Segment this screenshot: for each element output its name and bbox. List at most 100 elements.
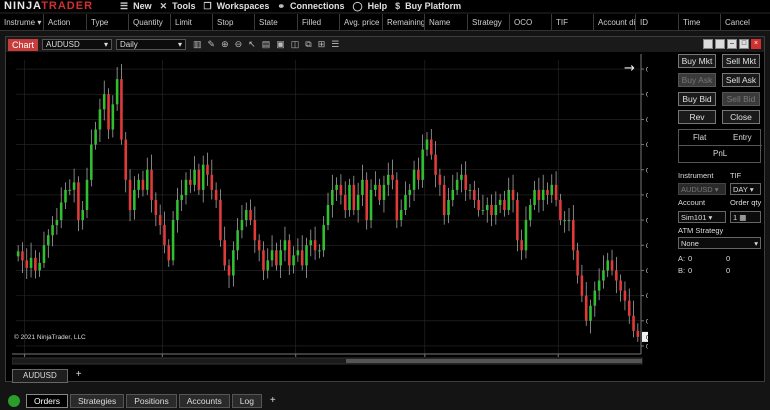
candle-down — [438, 174, 442, 185]
calculator-icon[interactable]: ▦ — [739, 213, 746, 222]
candle-down — [537, 189, 541, 200]
price-chart[interactable]: 0,8000'0 0,7950'0 0,7900'0 0,7850'0 0,7800'0… — [12, 54, 648, 376]
data-box-icon[interactable]: ▤ — [262, 39, 271, 50]
col-account-display[interactable]: Account dis — [594, 14, 636, 30]
col-stop[interactable]: Stop — [213, 14, 255, 30]
order-qty-label: Order qty — [730, 198, 762, 207]
price-tick-label: 0,7950'0 — [646, 92, 648, 99]
chart-tab-strip: AUDUSD + — [12, 369, 82, 383]
tab-strategies[interactable]: Strategies — [69, 393, 125, 408]
tab-log[interactable]: Log — [231, 393, 262, 408]
candle-up — [292, 255, 295, 266]
col-id[interactable]: ID — [636, 14, 679, 30]
col-type[interactable]: Type — [87, 14, 129, 30]
properties-icon[interactable]: ⊞ — [318, 39, 326, 50]
maximize-icon[interactable]: □ — [739, 39, 749, 49]
candle-up — [326, 204, 330, 226]
buy-bid-button[interactable]: Buy Bid — [678, 92, 716, 106]
price-axis[interactable]: 0,8000'0 0,7950'0 0,7900'0 0,7850'0 0,7800'0… — [640, 54, 648, 354]
order-qty-stepper[interactable]: 1 ▦ — [730, 211, 761, 223]
candle-down — [395, 179, 399, 221]
tab-audusd[interactable]: AUDUSD — [12, 369, 68, 383]
account-select[interactable]: Sim101 ▾ — [678, 211, 726, 223]
candle-down — [352, 184, 356, 211]
zoom-in-icon[interactable]: ⊕ — [221, 39, 229, 50]
indicators-icon[interactable]: ◫ — [291, 39, 300, 50]
pointer-icon[interactable]: ↖ — [248, 39, 256, 50]
col-limit[interactable]: Limit — [171, 14, 213, 30]
instrument-selector[interactable]: AUDUSD ▾ — [42, 39, 113, 50]
col-state[interactable]: State — [255, 14, 298, 30]
strategies-icon[interactable]: ⧉ — [305, 39, 311, 50]
chevron-down-icon: ▾ — [178, 40, 183, 49]
menu-buy-platform[interactable]: $ Buy Platform — [395, 1, 461, 11]
scroll-right-arrow-icon[interactable]: → — [624, 61, 635, 76]
menu-connections[interactable]: ⚭ Connections — [277, 1, 344, 12]
candle-up — [447, 199, 450, 216]
col-quantity[interactable]: Quantity — [129, 14, 171, 30]
candle-up — [64, 189, 67, 203]
snapshot-icon[interactable]: ▣ — [276, 39, 285, 50]
chart-trader-icon[interactable]: ☰ — [331, 39, 339, 50]
sell-market-button[interactable]: Sell Mkt — [722, 54, 760, 68]
candle-up — [374, 184, 377, 190]
scrollbar-thumb[interactable] — [346, 359, 642, 363]
menu-new[interactable]: ☰ New — [120, 1, 152, 12]
buy-ask-button[interactable]: Buy Ask — [678, 73, 716, 87]
candle-down — [197, 169, 201, 190]
candle-up — [16, 251, 20, 257]
col-filled[interactable]: Filled — [298, 14, 340, 30]
col-avg-price[interactable]: Avg. price — [340, 14, 383, 30]
col-name[interactable]: Name — [425, 14, 468, 30]
candle-down — [249, 210, 252, 221]
close-position-button[interactable]: Close — [722, 110, 760, 124]
col-action[interactable]: Action — [44, 14, 87, 30]
atm-strategy-select[interactable]: None ▾ — [678, 237, 761, 249]
candle-down — [253, 220, 257, 241]
price-tick-label: 0,7550'0 — [646, 293, 648, 300]
workspaces-icon: ❐ — [203, 0, 212, 11]
period-selector[interactable]: Daily ▾ — [116, 39, 187, 50]
candle-up — [399, 210, 403, 221]
col-oco[interactable]: OCO — [510, 14, 552, 30]
buy-market-button[interactable]: Buy Mkt — [678, 54, 716, 68]
add-tab-icon[interactable]: + — [76, 369, 82, 383]
sell-ask-button[interactable]: Sell Ask — [722, 73, 760, 87]
col-instrument[interactable]: Instrume ▾ — [0, 14, 44, 30]
candle-up — [90, 144, 93, 180]
drawing-tools-icon[interactable]: ✎ — [208, 39, 216, 50]
add-tab-icon[interactable]: + — [270, 395, 276, 407]
col-strategy[interactable]: Strategy — [468, 14, 510, 30]
bar-type-icon[interactable]: ▥ — [193, 39, 202, 50]
tif-label: TIF — [730, 171, 742, 180]
reverse-button[interactable]: Rev — [678, 110, 716, 124]
candle-down — [343, 194, 347, 211]
restore-icon[interactable] — [715, 39, 725, 49]
tab-accounts[interactable]: Accounts — [178, 393, 230, 408]
tif-select[interactable]: DAY ▾ — [730, 183, 761, 195]
tab-positions[interactable]: Positions — [126, 393, 177, 408]
col-tif[interactable]: TIF — [552, 14, 594, 30]
zoom-out-icon[interactable]: ⊖ — [235, 39, 243, 50]
candle-down — [25, 260, 29, 268]
tab-orders[interactable]: Orders — [26, 393, 68, 408]
menu-help[interactable]: ◯ Help — [353, 1, 388, 12]
candle-down — [150, 169, 153, 200]
col-remaining[interactable]: Remaining — [383, 14, 425, 30]
col-cancel[interactable]: Cancel — [721, 14, 765, 30]
col-time[interactable]: Time — [679, 14, 721, 30]
candle-up — [266, 260, 270, 271]
menu-workspaces[interactable]: ❐ Workspaces — [203, 1, 269, 12]
menu-tools[interactable]: ✕ Tools — [160, 1, 196, 12]
close-icon[interactable]: × — [751, 39, 761, 49]
sell-bid-button[interactable]: Sell Bid — [722, 92, 760, 106]
minimize-icon[interactable]: – — [727, 39, 737, 49]
candle-down — [572, 220, 575, 251]
candle-down — [477, 199, 480, 211]
candle-up — [133, 189, 136, 211]
bid-b-label: B: — [678, 266, 686, 275]
candle-down — [619, 280, 622, 291]
chart-toolbar: Chart AUDUSD ▾ Daily ▾ ▥ ✎ ⊕ ⊖ ↖ ▤ ▣ ◫ ⧉ ⊞… — [6, 37, 764, 52]
tile-icon[interactable] — [703, 39, 713, 49]
tools-icon: ✕ — [159, 0, 168, 11]
